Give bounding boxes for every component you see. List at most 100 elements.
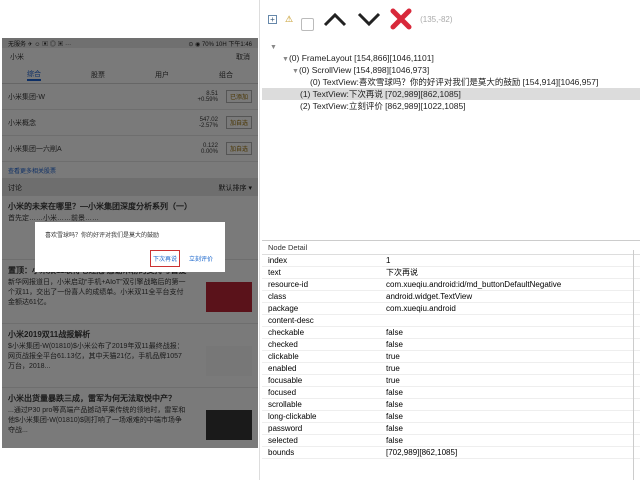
detail-key: password xyxy=(268,424,303,433)
tree-node[interactable]: ▼(0) ScrollView [154,898][1046,973] xyxy=(262,64,640,76)
tree-node-label: (0) ScrollView [154,898][1046,973] xyxy=(298,65,430,75)
status-right: ⊙ ◉ 70% 10H 下午1:46 xyxy=(188,42,252,48)
detail-row[interactable]: bounds [702,989][862,1085] xyxy=(262,447,640,459)
detail-row[interactable]: selected false xyxy=(262,435,640,447)
tab: 股票 xyxy=(91,71,105,79)
stock-change: +0.59% xyxy=(197,96,218,103)
detail-row[interactable]: index 1 xyxy=(262,255,640,267)
detail-value: com.xueqiu.android xyxy=(386,304,456,313)
detail-key: enabled xyxy=(268,364,297,373)
detail-row[interactable]: class android.widget.TextView xyxy=(262,291,640,303)
discussion-header: 讨论 默认排序 ▾ xyxy=(2,178,258,196)
detail-row[interactable]: checked false xyxy=(262,339,640,351)
article-snippet: 新华网报道日，小米启动“手机+AIoT”双引擎战略后的第一个双11，交出了一份喜… xyxy=(8,279,186,306)
detail-row[interactable]: text 下次再说 xyxy=(262,267,640,279)
sort-label: 默认排序 ▾ xyxy=(218,185,252,192)
detail-key: class xyxy=(268,292,287,301)
detail-value: false xyxy=(386,412,403,421)
tree-node-label: (2) TextView:立刻评价 [862,989][1022,1085] xyxy=(300,101,466,111)
detail-key: package xyxy=(268,304,299,313)
warning-icon[interactable]: ⚠ xyxy=(285,14,293,25)
toggle-checkbox[interactable] xyxy=(301,17,315,31)
detail-row[interactable]: enabled true xyxy=(262,363,640,375)
tab: 组合 xyxy=(219,71,233,79)
tab: 综合 xyxy=(27,69,41,81)
detail-row[interactable]: password false xyxy=(262,423,640,435)
search-bar: 小米 取消 xyxy=(2,48,258,66)
node-detail-title: Node Detail xyxy=(262,241,640,255)
detail-key: content-desc xyxy=(268,316,314,325)
tree-root[interactable]: ▼ xyxy=(262,40,640,52)
tree-node-label: (0) FrameLayout [154,866][1046,1101] xyxy=(288,53,434,63)
stock-row[interactable]: 小米集团-W 8.51 +0.59% 已添加 xyxy=(2,84,258,110)
later-button[interactable]: 下次再说 xyxy=(149,250,180,267)
article-item[interactable]: 小米出货量暴跌三成，雷军为何无法取悦中产？ ...通过P30 pro等高端产品撼动… xyxy=(2,388,258,448)
stock-price: 0.122 xyxy=(202,142,218,149)
screenshot-panel: 无服务 ✈ ☺ ▣ ◎ ▣ ··· ⊙ ◉ 70% 10H 下午1:46 小米 取消… xyxy=(0,0,260,480)
result-tabs: 综合 股票 用户 组合 xyxy=(2,66,258,84)
article-title: 小米的未来在哪里？—小米集团深度分析系列（一） xyxy=(8,202,192,211)
tree-node[interactable]: (0) TextView:喜欢雪球吗？你的好评对我们是莫大的鼓励 [154,91… xyxy=(262,76,640,88)
detail-value: true xyxy=(386,352,400,361)
stock-price: 547.02 xyxy=(199,116,218,123)
expand-arrow-icon[interactable]: ▼ xyxy=(282,56,289,63)
inspector-panel: + ⚠ (135,-82) ▼ ▼(0) FrameLayout [154,86… xyxy=(262,0,640,480)
detail-row[interactable]: resource-id com.xueqiu.android:id/md_butt… xyxy=(262,279,640,291)
detail-value: 下次再说 xyxy=(386,268,418,277)
rating-dialog: 喜欢雪球吗？你的好评对我们是莫大的鼓励 下次再说 立刻评价 xyxy=(35,222,225,272)
watchlist-button[interactable]: 已添加 xyxy=(225,90,252,103)
stock-row[interactable]: 小米概念 547.02 -2.57% 加自选 xyxy=(2,110,258,136)
tree-node[interactable]: (2) TextView:立刻评价 [862,989][1022,1085] xyxy=(262,100,640,112)
expand-arrow-icon[interactable]: ▼ xyxy=(270,44,277,51)
article-item[interactable]: 小米2019双11战报解析 $小米集团-W(01810)$小米公布了2019年双1… xyxy=(2,324,258,388)
detail-value: false xyxy=(386,340,403,349)
watchlist-button[interactable]: 加自选 xyxy=(225,116,252,129)
detail-value: false xyxy=(386,328,403,337)
detail-row[interactable]: content-desc xyxy=(262,315,640,327)
detail-row[interactable]: clickable true xyxy=(262,351,640,363)
detail-key: checked xyxy=(268,340,298,349)
detail-row[interactable]: focusable true xyxy=(262,375,640,387)
watchlist-button[interactable]: 加自选 xyxy=(225,142,252,155)
stock-row[interactable]: 小米集团一六削A 0.122 0.00% 加自选 xyxy=(2,136,258,162)
article-thumbnail xyxy=(206,282,252,312)
close-icon[interactable] xyxy=(390,8,412,30)
detail-key: clickable xyxy=(268,352,299,361)
detail-value: false xyxy=(386,388,403,397)
stock-name: 小米集团一六削A xyxy=(8,145,62,153)
status-left: 无服务 ✈ ☺ ▣ ◎ ▣ ··· xyxy=(8,42,72,48)
hierarchy-tree: ▼ ▼(0) FrameLayout [154,866][1046,1101] … xyxy=(262,40,640,238)
detail-key: checkable xyxy=(268,328,305,337)
expand-all-icon[interactable]: + xyxy=(268,14,277,24)
detail-key: scrollable xyxy=(268,400,302,409)
toolbar: + ⚠ (135,-82) xyxy=(262,0,640,38)
detail-row[interactable]: checkable false xyxy=(262,327,640,339)
tree-node-label: (0) TextView:喜欢雪球吗？你的好评对我们是莫大的鼓励 [154,91… xyxy=(310,77,599,87)
detail-value: true xyxy=(386,376,400,385)
node-detail-panel: Node Detail index 1 text 下次再说 resource-id com… xyxy=(262,240,640,480)
detail-value: false xyxy=(386,400,403,409)
chevron-up-icon[interactable] xyxy=(322,11,348,27)
detail-row[interactable]: focused false xyxy=(262,387,640,399)
stock-change: -2.57% xyxy=(198,122,218,129)
column-divider xyxy=(633,250,634,480)
rate-now-button[interactable]: 立刻评价 xyxy=(187,251,215,266)
detail-key: text xyxy=(268,268,281,277)
chevron-down-icon[interactable] xyxy=(356,11,382,27)
article-snippet: $小米集团-W(01810)$小米公布了2019年双11最终战报：网页战报全平台… xyxy=(8,343,184,370)
detail-key: bounds xyxy=(268,448,295,457)
stock-change: 0.00% xyxy=(200,148,218,155)
detail-row[interactable]: long-clickable false xyxy=(262,411,640,423)
detail-value: android.widget.TextView xyxy=(386,292,473,301)
detail-row[interactable]: scrollable false xyxy=(262,399,640,411)
detail-key: focusable xyxy=(268,376,303,385)
article-thumbnail xyxy=(206,410,252,440)
detail-value: true xyxy=(386,364,400,373)
detail-value: 1 xyxy=(386,256,391,265)
expand-arrow-icon[interactable]: ▼ xyxy=(292,68,299,75)
tree-node-selected[interactable]: (1) TextView:下次再说 [702,989][862,1085] xyxy=(262,88,640,100)
tree-node[interactable]: ▼(0) FrameLayout [154,866][1046,1101] xyxy=(262,52,640,64)
detail-row[interactable]: package com.xueqiu.android xyxy=(262,303,640,315)
detail-key: focused xyxy=(268,388,297,397)
detail-value: false xyxy=(386,436,403,445)
